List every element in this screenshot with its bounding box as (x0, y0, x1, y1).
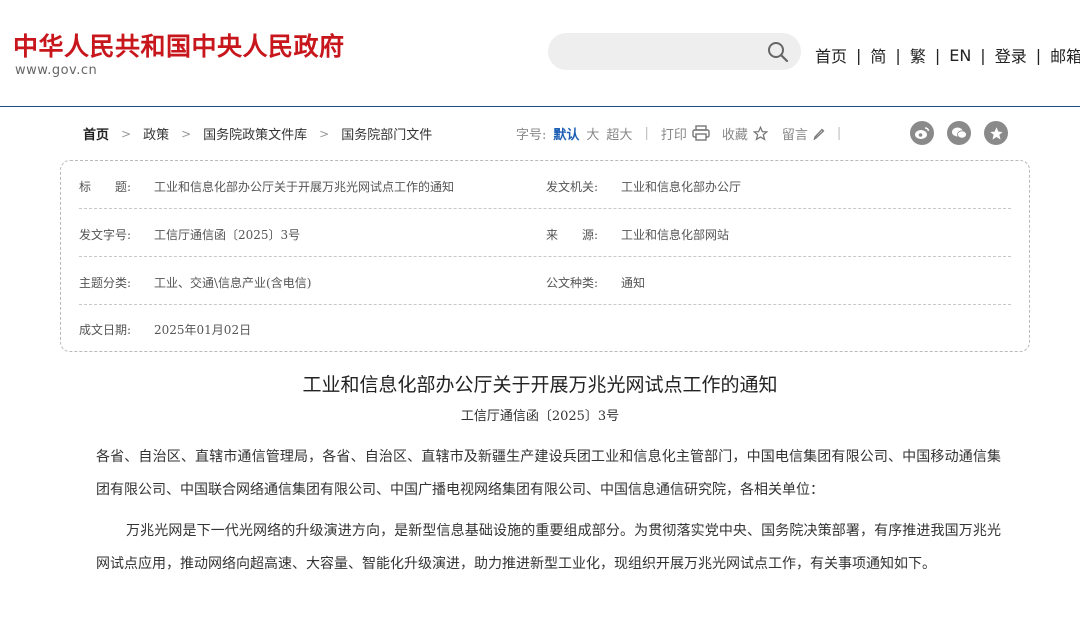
meta-date-label: 成文日期: (79, 323, 132, 337)
nav-separator: | (1035, 45, 1042, 65)
nav-separator: | (934, 45, 941, 65)
site-title[interactable]: 中华人民共和国中央人民政府 (13, 27, 345, 63)
nav-separator: | (856, 45, 862, 65)
document-paragraph: 各省、自治区、直辖市通信管理局，各省、自治区、直辖市及新疆生产建设兵团工业和信息… (96, 449, 1001, 498)
qzone-icon[interactable] (984, 121, 1008, 145)
search-box[interactable] (548, 33, 801, 72)
wechat-icon[interactable] (947, 121, 971, 145)
font-size-xlarge[interactable]: 超大 (606, 124, 632, 143)
article-tools: 字号: 默认 大 超大 | 打印 收藏 留言 | (516, 122, 853, 144)
meta-row: 标 题: 工业和信息化部办公厅关于开展万兆光网试点工作的通知 发文机关: 工业和… (79, 161, 1011, 209)
nav-separator: | (980, 45, 986, 65)
star-icon[interactable] (752, 125, 768, 141)
document-metadata: 标 题: 工业和信息化部办公厅关于开展万兆光网试点工作的通知 发文机关: 工业和… (60, 160, 1030, 352)
meta-title-value: 工业和信息化部办公厅关于开展万兆光网试点工作的通知 (154, 180, 455, 194)
meta-type-label: 公文种类: (546, 276, 599, 290)
meta-issuer-label: 发文机关: (546, 180, 599, 194)
printer-icon[interactable] (692, 125, 710, 141)
meta-issuer-value: 工业和信息化部办公厅 (621, 180, 742, 194)
breadcrumb-home[interactable]: 首页 (83, 124, 109, 143)
nav-home[interactable]: 首页 (815, 43, 847, 67)
breadcrumb-department-docs[interactable]: 国务院部门文件 (341, 124, 432, 143)
document-number: 工信厅通信函〔2025〕3号 (460, 409, 620, 424)
tools-separator: | (644, 125, 649, 141)
meta-source-label: 来 源: (546, 228, 599, 242)
site-header: 中华人民共和国中央人民政府 www.gov.cn 首页 | 简 | 繁 | EN… (0, 0, 1080, 107)
nav-traditional[interactable]: 繁 (910, 43, 926, 67)
meta-row: 主题分类: 工业、交通\信息产业(含电信) 公文种类: 通知 (79, 257, 1011, 305)
nav-separator: | (895, 45, 901, 65)
breadcrumb-arrow-icon: > (121, 126, 132, 141)
meta-row: 成文日期: 2025年01月02日 (79, 304, 1011, 351)
nav-english[interactable]: EN (949, 46, 971, 65)
meta-type-value: 通知 (621, 276, 646, 290)
font-size-large[interactable]: 大 (586, 124, 599, 143)
nav-mailbox[interactable]: 邮箱 (1050, 43, 1080, 67)
document-title: 工业和信息化部办公厅关于开展万兆光网试点工作的通知 (302, 374, 778, 396)
comment-button[interactable]: 留言 (782, 124, 808, 143)
meta-title-label: 标 题: (79, 180, 132, 194)
meta-source-value: 工业和信息化部网站 (621, 228, 730, 242)
nav-login[interactable]: 登录 (995, 43, 1027, 67)
site-url[interactable]: www.gov.cn (15, 63, 97, 78)
breadcrumb: 首页 > 政策 > 国务院政策文件库 > 国务院部门文件 (83, 124, 432, 144)
meta-topic-value: 工业、交通\信息产业(含电信) (154, 276, 312, 290)
favorite-button[interactable]: 收藏 (722, 124, 748, 143)
breadcrumb-policy-library[interactable]: 国务院政策文件库 (203, 124, 307, 143)
nav-simplified[interactable]: 简 (870, 43, 886, 67)
weibo-icon[interactable] (910, 121, 934, 145)
font-size-default[interactable]: 默认 (553, 124, 579, 143)
breadcrumb-arrow-icon: > (181, 126, 192, 141)
meta-docno-value: 工信厅通信函〔2025〕3号 (154, 228, 301, 242)
tools-separator: | (836, 125, 842, 141)
pencil-icon[interactable] (813, 127, 825, 140)
top-nav: 首页 | 简 | 繁 | EN | 登录 | 邮箱 (815, 43, 1080, 67)
print-button[interactable]: 打印 (661, 124, 687, 143)
document-paragraph: 万兆光网是下一代光网络的升级演进方向，是新型信息基础设施的重要组成部分。为贯彻落… (96, 523, 1001, 572)
meta-date-value: 2025年01月02日 (154, 323, 252, 337)
search-icon[interactable] (767, 41, 789, 63)
font-size-label: 字号: (516, 127, 547, 143)
meta-row: 发文字号: 工信厅通信函〔2025〕3号 来 源: 工业和信息化部网站 (79, 209, 1011, 257)
search-input[interactable] (564, 33, 768, 72)
meta-docno-label: 发文字号: (79, 228, 132, 242)
meta-topic-label: 主题分类: (79, 276, 132, 290)
breadcrumb-arrow-icon: > (319, 126, 330, 141)
breadcrumb-policy[interactable]: 政策 (143, 124, 169, 143)
